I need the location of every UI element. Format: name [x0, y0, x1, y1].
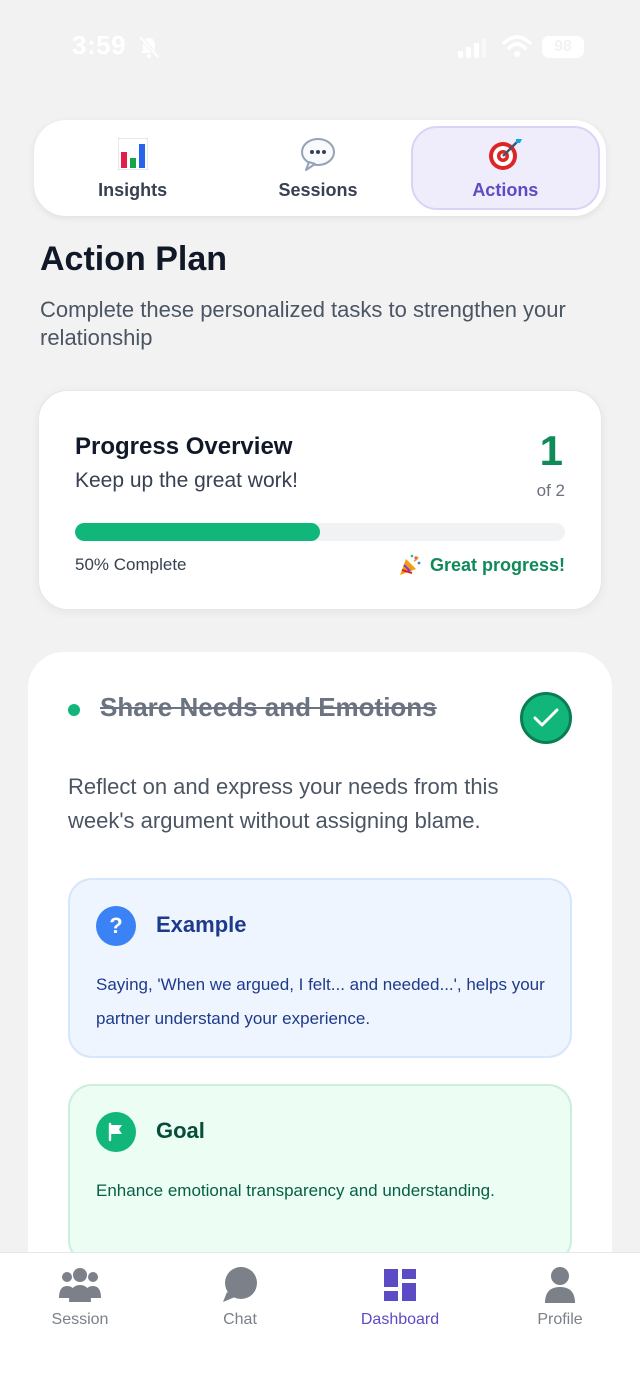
nav-profile[interactable]: Profile: [480, 1253, 640, 1387]
tab-label: Actions: [472, 179, 539, 200]
task-card: Share Needs and Emotions Reflect on and …: [28, 652, 612, 1292]
progress-subtitle: Keep up the great work!: [75, 469, 298, 492]
example-heading: Example: [156, 912, 247, 937]
page-title: Action Plan: [40, 240, 228, 278]
tab-actions[interactable]: Actions: [410, 126, 600, 210]
percent-complete: 50% Complete: [75, 555, 187, 574]
battery-indicator: 98: [542, 36, 584, 58]
goal-text: Enhance emotional transparency and under…: [96, 1181, 495, 1200]
progress-bar-fill: [75, 523, 320, 541]
wifi-icon: [502, 35, 532, 57]
example-text: Saying, 'When we argued, I felt... and n…: [96, 975, 545, 1028]
checkmark-icon: [533, 708, 559, 727]
tab-insights[interactable]: Insights: [40, 126, 225, 210]
section-tabs: Insights Sessions Actions: [34, 120, 606, 216]
tab-label: Insights: [98, 179, 168, 200]
nav-dashboard[interactable]: Dashboard: [320, 1253, 480, 1387]
example-box: ? Example Saying, 'When we argued, I fel…: [68, 878, 572, 1058]
person-icon: [538, 1265, 582, 1305]
completed-count: 1: [539, 427, 563, 474]
encouragement-text: Great progress!: [429, 554, 565, 575]
party-popper-icon: [399, 554, 421, 575]
nav-session[interactable]: Session: [0, 1253, 160, 1387]
tab-label: Sessions: [278, 179, 358, 200]
bottom-nav: Session Chat Dashboard Profile: [0, 1252, 640, 1387]
task-complete-toggle[interactable]: [520, 692, 572, 744]
progress-title: Progress Overview: [75, 433, 293, 460]
nav-label: Dashboard: [360, 1311, 440, 1328]
chat-bubble-icon: [218, 1265, 262, 1305]
progress-bar: [75, 523, 565, 541]
status-time: 3:59: [72, 30, 127, 60]
task-bullet: [68, 704, 80, 716]
goal-box: Goal Enhance emotional transparency and …: [68, 1084, 572, 1264]
total-count: of 2: [536, 481, 565, 500]
nav-label: Session: [51, 1311, 109, 1328]
nav-label: Profile: [537, 1311, 583, 1328]
target-icon: [487, 136, 523, 172]
tab-sessions[interactable]: Sessions: [225, 126, 410, 210]
cell-signal-icon: [458, 38, 486, 58]
speech-bubble-icon: [300, 136, 336, 172]
dashboard-icon: [378, 1265, 422, 1305]
question-icon: ?: [96, 906, 136, 946]
page-subtitle: Complete these personalized tasks to str…: [40, 297, 566, 350]
task-description: Reflect on and express your needs from t…: [68, 774, 499, 833]
encouragement-message: Great progress!: [398, 553, 565, 577]
group-icon: [58, 1265, 102, 1305]
nav-label: Chat: [223, 1311, 257, 1328]
flag-icon: [96, 1112, 136, 1152]
bar-chart-icon: [115, 136, 151, 172]
progress-overview-card: Progress Overview Keep up the great work…: [38, 390, 602, 610]
task-title: Share Needs and Emotions: [100, 692, 437, 722]
mute-bell-icon: [138, 35, 160, 59]
status-bar: 3:59 98: [0, 0, 640, 96]
goal-heading: Goal: [156, 1118, 205, 1143]
nav-chat[interactable]: Chat: [160, 1253, 320, 1387]
